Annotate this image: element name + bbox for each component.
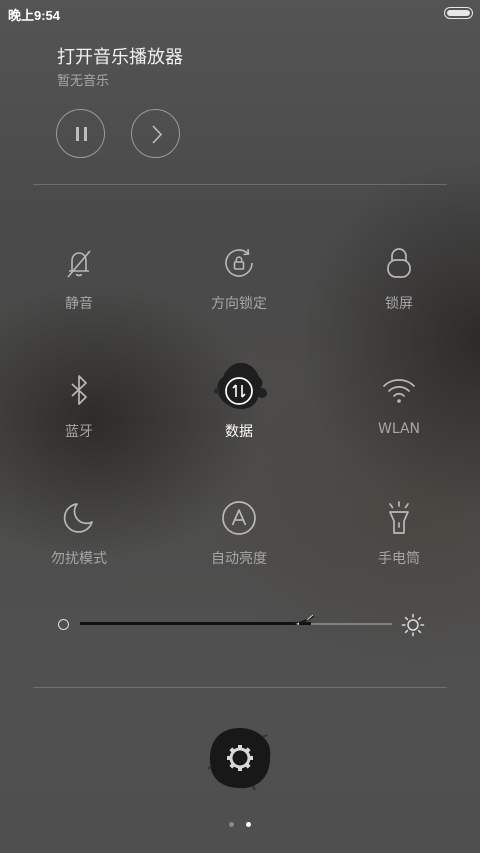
toggle-lock-screen[interactable]: 锁屏 <box>339 245 459 325</box>
toggle-label: WLAN <box>377 421 420 437</box>
toggle-label: 蓝牙 <box>65 424 93 440</box>
battery-icon <box>444 7 473 19</box>
sun-icon <box>401 613 425 637</box>
status-time: 晚上9:54 <box>8 8 61 23</box>
toggle-bluetooth[interactable]: 蓝牙 <box>19 373 139 453</box>
toggle-wlan[interactable]: WLAN <box>339 373 459 453</box>
toggle-label: 方向锁定 <box>211 296 267 312</box>
toggle-mobile-data[interactable]: 数据 <box>179 362 299 453</box>
brightness-thumb[interactable] <box>293 611 315 631</box>
brightness-fill <box>80 622 311 625</box>
lock-icon <box>387 248 411 278</box>
status-bar: 晚上9:54 <box>0 0 480 26</box>
toggle-mute[interactable]: 静音 <box>19 245 139 325</box>
divider <box>33 184 447 185</box>
chevron-right-icon <box>152 125 163 144</box>
moon-icon <box>63 503 93 533</box>
brightness-slider[interactable] <box>0 605 480 645</box>
toggle-label: 数据 <box>225 424 253 440</box>
music-player-title[interactable]: 打开音乐播放器 <box>57 43 183 69</box>
music-status: 暂无音乐 <box>57 74 110 89</box>
pause-icon <box>76 127 87 141</box>
auto-brightness-icon <box>222 501 256 535</box>
flashlight-icon <box>389 501 409 534</box>
page-indicator <box>0 812 480 827</box>
pause-button[interactable] <box>56 109 105 158</box>
settings-button[interactable] <box>207 726 272 791</box>
toggle-label: 静音 <box>65 296 93 312</box>
toggle-label: 勿扰模式 <box>51 551 107 567</box>
toggle-label: 手电筒 <box>378 551 420 567</box>
bell-slash-icon <box>67 250 91 278</box>
rotation-lock-icon <box>225 248 253 277</box>
gear-icon <box>207 728 271 791</box>
wifi-icon <box>383 379 415 403</box>
toggle-flashlight[interactable]: 手电筒 <box>339 500 459 580</box>
toggle-label: 自动亮度 <box>211 551 267 567</box>
toggle-do-not-disturb[interactable]: 勿扰模式 <box>19 500 139 580</box>
next-button[interactable] <box>131 109 180 158</box>
brightness-track[interactable] <box>80 614 392 625</box>
divider <box>33 687 447 688</box>
page-dot <box>229 822 235 827</box>
toggle-label: 锁屏 <box>385 296 413 312</box>
mobile-data-icon <box>214 362 267 409</box>
toggle-auto-brightness[interactable]: 自动亮度 <box>179 500 299 580</box>
toggle-rotation-lock[interactable]: 方向锁定 <box>179 245 299 325</box>
page-dot-active <box>245 822 251 827</box>
bluetooth-icon <box>71 375 87 405</box>
brightness-low-icon <box>58 619 69 630</box>
